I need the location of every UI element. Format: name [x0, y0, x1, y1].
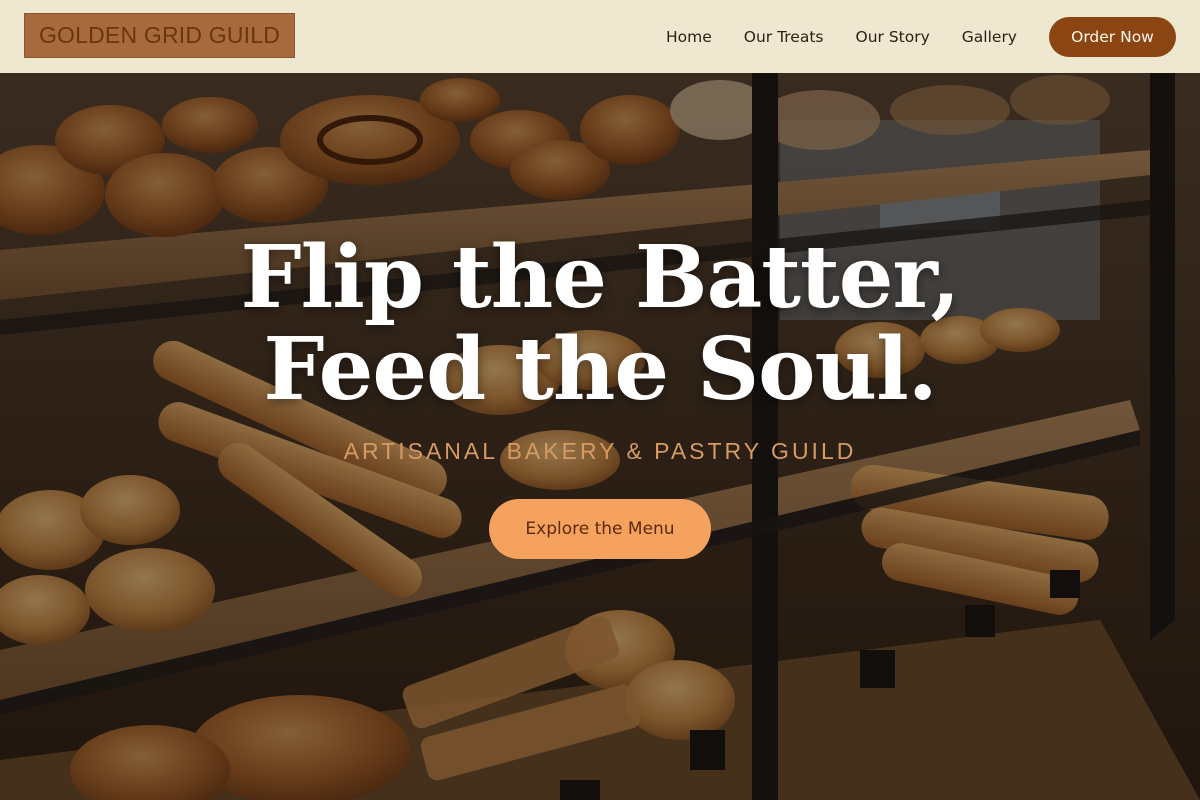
hero-headline-line-2: Feed the Soul.	[263, 319, 937, 420]
nav-our-story-link[interactable]: Our Story	[856, 28, 930, 46]
explore-menu-button[interactable]: Explore the Menu	[489, 499, 711, 559]
hero-tagline: ARTISANAL BAKERY & PASTRY GUILD	[343, 438, 857, 464]
order-now-button[interactable]: Order Now	[1049, 16, 1176, 57]
page: GOLDEN GRID GUILD Home Our Treats Our St…	[0, 0, 1200, 800]
main-nav: Home Our Treats Our Story Gallery Order …	[666, 0, 1176, 73]
logo[interactable]: GOLDEN GRID GUILD	[24, 13, 295, 58]
hero-headline-line-1: Flip the Batter,	[240, 227, 961, 328]
nav-home-link[interactable]: Home	[666, 28, 712, 46]
hero-section: Flip the Batter, Feed the Soul. ARTISANA…	[0, 232, 1200, 559]
nav-our-treats-link[interactable]: Our Treats	[744, 28, 824, 46]
nav-gallery-link[interactable]: Gallery	[962, 28, 1017, 46]
site-header: GOLDEN GRID GUILD Home Our Treats Our St…	[0, 0, 1200, 73]
hero-headline: Flip the Batter, Feed the Soul.	[0, 232, 1200, 416]
